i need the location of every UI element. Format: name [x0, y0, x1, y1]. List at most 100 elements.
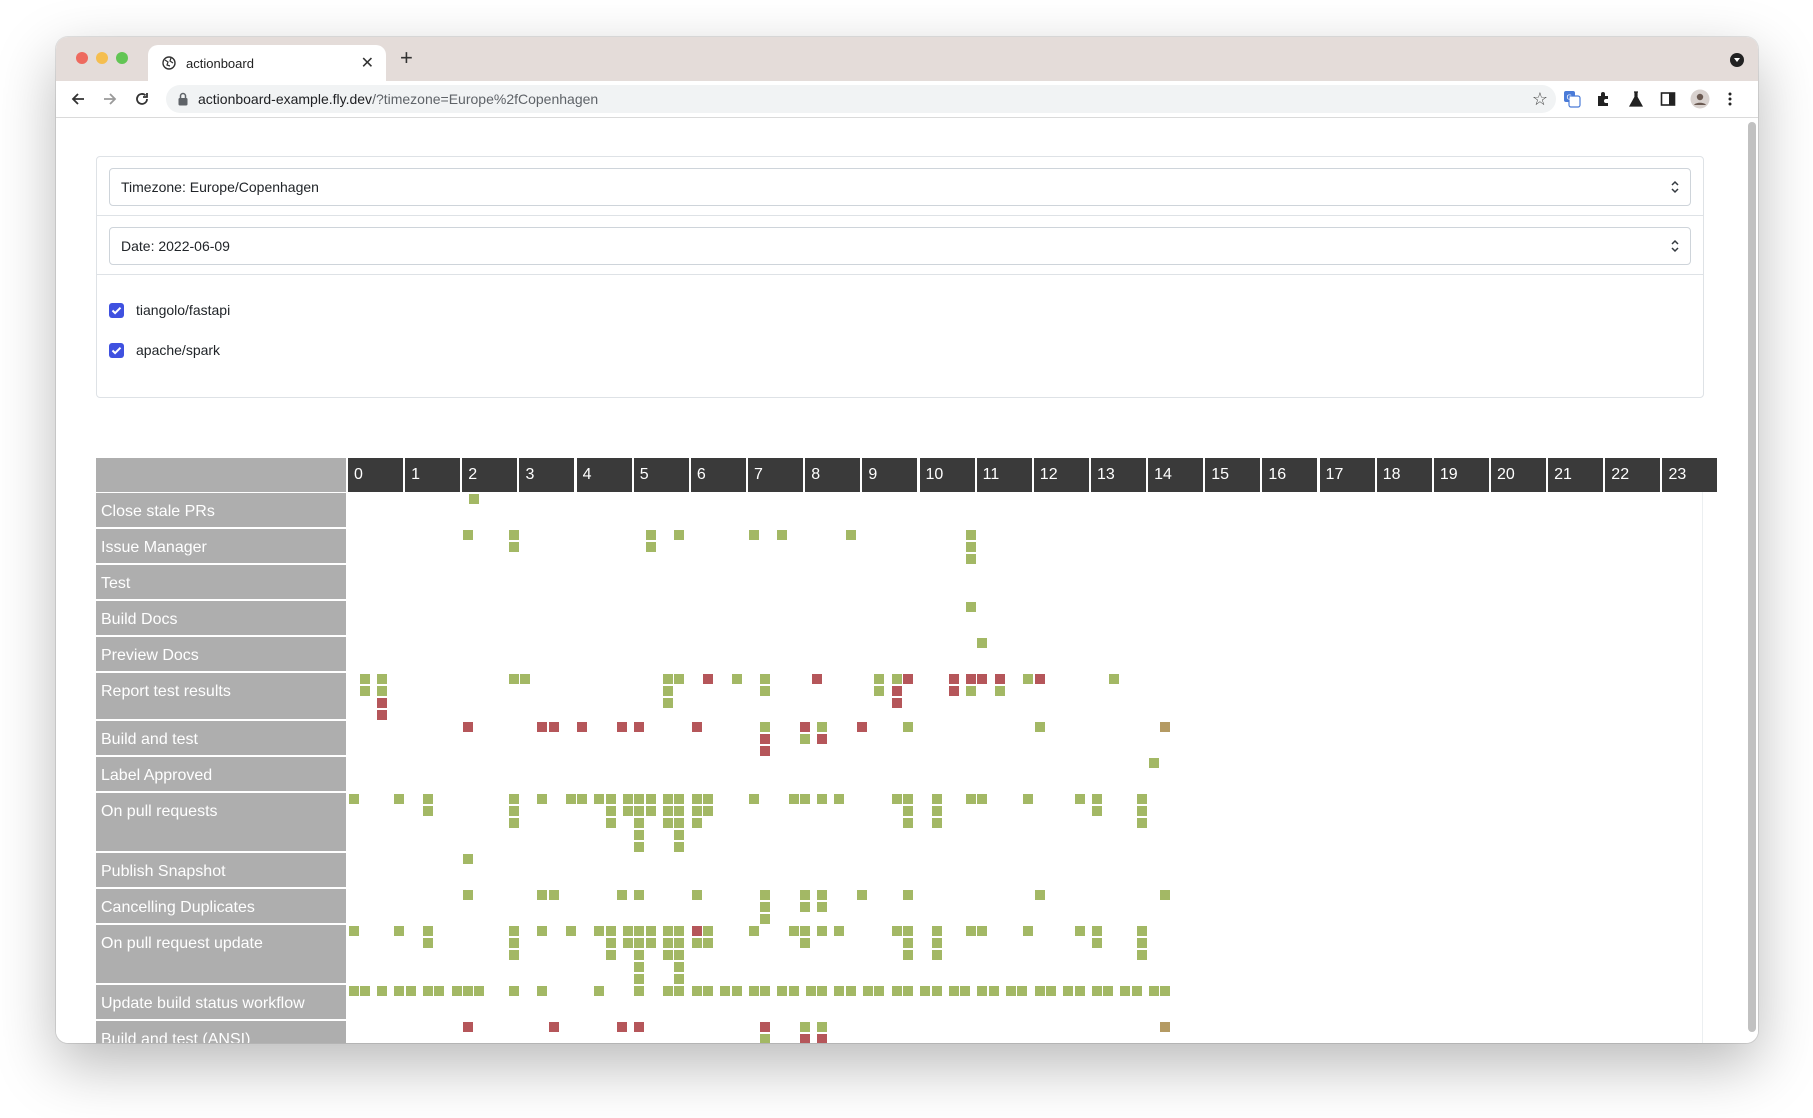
- workflow-run-marker[interactable]: [777, 986, 788, 996]
- workflow-run-marker[interactable]: [948, 686, 959, 696]
- workflow-run-marker[interactable]: [463, 890, 473, 900]
- workflow-run-marker[interactable]: [508, 938, 519, 948]
- workflow-run-marker[interactable]: [451, 986, 462, 996]
- workflow-run-marker[interactable]: [520, 674, 531, 684]
- workflow-run-marker[interactable]: [994, 686, 1005, 696]
- workflow-run-marker[interactable]: [1063, 986, 1074, 996]
- workflow-run-marker[interactable]: [463, 530, 473, 540]
- workflow-run-marker[interactable]: [377, 686, 388, 696]
- workflow-run-marker[interactable]: [565, 926, 576, 936]
- workflow-run-marker[interactable]: [1160, 986, 1171, 996]
- workflow-run-marker[interactable]: [874, 686, 885, 696]
- workflow-run-marker[interactable]: [1137, 794, 1148, 804]
- browser-menu-icon[interactable]: [1720, 89, 1740, 109]
- workflow-run-marker[interactable]: [394, 794, 405, 804]
- workflow-run-marker[interactable]: [691, 818, 702, 828]
- workflow-run-marker[interactable]: [691, 722, 702, 732]
- workflow-run-marker[interactable]: [508, 542, 519, 552]
- workflow-run-marker[interactable]: [903, 818, 914, 828]
- workflow-run-marker[interactable]: [423, 794, 433, 804]
- workflow-run-marker[interactable]: [1103, 986, 1114, 996]
- workflow-run-marker[interactable]: [1074, 986, 1085, 996]
- workflow-run-marker[interactable]: [674, 962, 685, 972]
- workflow-run-marker[interactable]: [663, 938, 674, 948]
- workflow-run-marker[interactable]: [1034, 674, 1045, 684]
- workflow-run-marker[interactable]: [594, 926, 605, 936]
- workflow-run-marker[interactable]: [405, 986, 416, 996]
- workflow-run-marker[interactable]: [805, 986, 816, 996]
- workflow-run-marker[interactable]: [645, 926, 656, 936]
- workflow-run-marker[interactable]: [434, 986, 445, 996]
- workflow-run-marker[interactable]: [377, 710, 388, 720]
- workflow-run-marker[interactable]: [817, 794, 828, 804]
- new-tab-button[interactable]: +: [400, 47, 413, 69]
- workflow-run-marker[interactable]: [931, 794, 942, 804]
- workflow-run-marker[interactable]: [468, 494, 479, 504]
- workflow-run-marker[interactable]: [817, 722, 828, 732]
- workflow-run-marker[interactable]: [760, 734, 771, 744]
- workflow-run-marker[interactable]: [834, 926, 845, 936]
- workflow-run-marker[interactable]: [891, 698, 902, 708]
- workflow-run-marker[interactable]: [634, 818, 645, 828]
- workflow-run-marker[interactable]: [1137, 950, 1148, 960]
- workflow-run-marker[interactable]: [377, 986, 388, 996]
- workflow-run-marker[interactable]: [634, 794, 645, 804]
- workflow-run-marker[interactable]: [674, 830, 685, 840]
- workflow-run-marker[interactable]: [674, 818, 685, 828]
- translate-icon[interactable]: G: [1562, 89, 1582, 109]
- workflow-run-marker[interactable]: [634, 1022, 645, 1032]
- workflow-run-marker[interactable]: [903, 722, 914, 732]
- workflow-run-marker[interactable]: [931, 986, 942, 996]
- workflow-run-marker[interactable]: [788, 926, 799, 936]
- workflow-run-marker[interactable]: [988, 986, 999, 996]
- profile-avatar-icon[interactable]: [1690, 89, 1710, 109]
- workflow-run-marker[interactable]: [703, 806, 714, 816]
- workflow-run-marker[interactable]: [800, 890, 811, 900]
- workflow-run-marker[interactable]: [977, 674, 988, 684]
- tab-search-icon[interactable]: [1730, 53, 1744, 67]
- workflow-run-marker[interactable]: [605, 806, 616, 816]
- workflow-run-marker[interactable]: [377, 698, 388, 708]
- workflow-run-marker[interactable]: [663, 698, 674, 708]
- workflow-run-marker[interactable]: [674, 986, 685, 996]
- workflow-run-marker[interactable]: [760, 686, 771, 696]
- workflow-run-marker[interactable]: [645, 806, 656, 816]
- workflow-run-marker[interactable]: [903, 950, 914, 960]
- workflow-run-marker[interactable]: [965, 686, 976, 696]
- workflow-run-marker[interactable]: [1034, 986, 1045, 996]
- workflow-run-marker[interactable]: [634, 722, 645, 732]
- workflow-run-marker[interactable]: [577, 794, 588, 804]
- workflow-run-marker[interactable]: [903, 938, 914, 948]
- workflow-run-marker[interactable]: [691, 806, 702, 816]
- workflow-run-marker[interactable]: [537, 986, 548, 996]
- workflow-run-marker[interactable]: [674, 950, 685, 960]
- workflow-run-marker[interactable]: [857, 722, 868, 732]
- workflow-run-marker[interactable]: [1091, 926, 1102, 936]
- workflow-run-marker[interactable]: [800, 722, 811, 732]
- workflow-run-marker[interactable]: [948, 674, 959, 684]
- workflow-run-marker[interactable]: [760, 986, 771, 996]
- workflow-run-marker[interactable]: [605, 926, 616, 936]
- workflow-run-marker[interactable]: [788, 794, 799, 804]
- workflow-run-marker[interactable]: [965, 602, 976, 612]
- workflow-run-marker[interactable]: [1120, 986, 1131, 996]
- workflow-run-marker[interactable]: [931, 938, 942, 948]
- workflow-run-marker[interactable]: [674, 806, 685, 816]
- workflow-run-marker[interactable]: [360, 674, 371, 684]
- workflow-run-marker[interactable]: [623, 794, 634, 804]
- workflow-run-marker[interactable]: [1137, 806, 1148, 816]
- workflow-run-marker[interactable]: [703, 794, 714, 804]
- workflow-run-marker[interactable]: [1148, 758, 1159, 768]
- labs-flask-icon[interactable]: [1626, 89, 1646, 109]
- workflow-run-marker[interactable]: [645, 938, 656, 948]
- workflow-run-marker[interactable]: [1137, 818, 1148, 828]
- close-window-button[interactable]: [76, 52, 88, 64]
- workflow-run-marker[interactable]: [703, 926, 714, 936]
- workflow-run-marker[interactable]: [965, 554, 976, 564]
- workflow-run-marker[interactable]: [634, 938, 645, 948]
- workflow-run-marker[interactable]: [891, 986, 902, 996]
- workflow-run-marker[interactable]: [508, 806, 519, 816]
- workflow-run-marker[interactable]: [1023, 926, 1034, 936]
- workflow-run-marker[interactable]: [703, 938, 714, 948]
- workflow-run-marker[interactable]: [1034, 722, 1045, 732]
